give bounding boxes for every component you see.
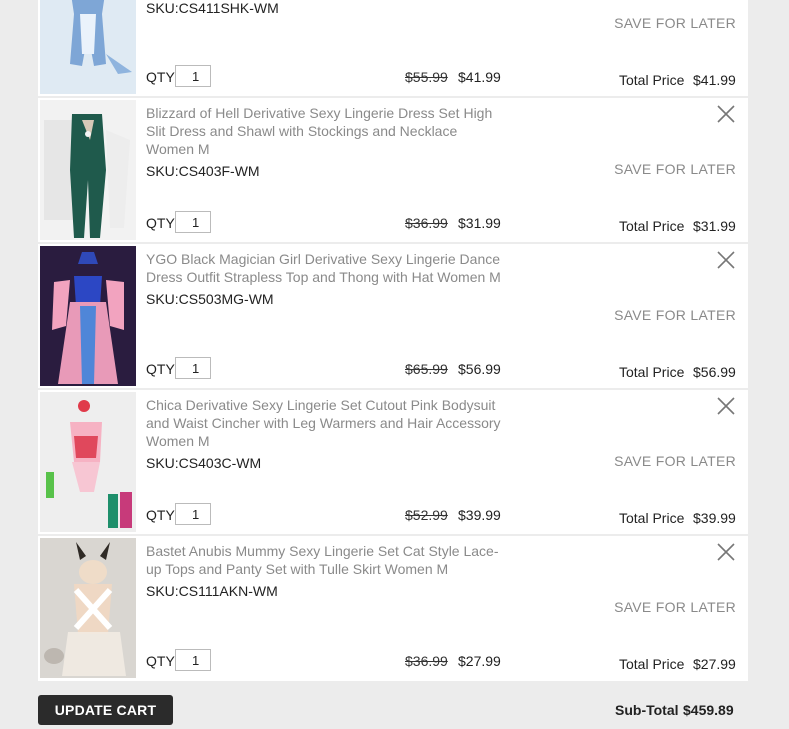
qty-label: QTY: xyxy=(146,69,178,85)
product-title-link[interactable]: Bastet Anubis Mummy Sexy Lingerie Set Ca… xyxy=(146,542,506,578)
close-icon xyxy=(717,397,735,415)
close-icon xyxy=(717,543,735,561)
remove-item-button[interactable] xyxy=(716,396,736,416)
qty-input[interactable]: 1 xyxy=(175,65,211,87)
save-for-later-link[interactable]: SAVE FOR LATER xyxy=(614,307,736,323)
cart-item: Bastet Anubis Mummy Sexy Lingerie Set Ca… xyxy=(38,536,748,680)
product-image[interactable] xyxy=(40,392,136,532)
cart-item: Blizzard of Hell Derivative Sexy Lingeri… xyxy=(38,98,748,242)
cart-item: YGO Black Magician Girl Derivative Sexy … xyxy=(38,244,748,388)
sale-price: $39.99 xyxy=(458,507,501,523)
qty-input[interactable]: 1 xyxy=(175,357,211,379)
product-image[interactable] xyxy=(40,246,136,386)
sale-price: $27.99 xyxy=(458,653,501,669)
product-sku: SKU:CS503MG-WM xyxy=(146,291,274,307)
total-price-value: $41.99 xyxy=(693,72,736,88)
product-title-link[interactable]: YGO Black Magician Girl Derivative Sexy … xyxy=(146,250,506,286)
product-image-graphic xyxy=(40,100,136,240)
total-price-label: Total Price xyxy=(619,218,685,234)
product-sku: SKU:CS403F-WM xyxy=(146,163,260,179)
total-price-label: Total Price xyxy=(619,510,685,526)
original-price: $65.99 xyxy=(405,361,448,377)
product-image-graphic xyxy=(40,0,136,94)
product-sku: SKU:CS111AKN-WM xyxy=(146,583,278,599)
total-price-value: $27.99 xyxy=(693,656,736,672)
update-cart-button[interactable]: UPDATE CART xyxy=(38,695,173,725)
product-sku: SKU:CS411SHK-WM xyxy=(146,0,279,16)
total-price-label: Total Price xyxy=(619,364,685,380)
product-image-graphic xyxy=(40,538,136,678)
product-image[interactable] xyxy=(40,0,136,94)
save-for-later-link[interactable]: SAVE FOR LATER xyxy=(614,599,736,615)
qty-label: QTY: xyxy=(146,507,178,523)
total-price-label: Total Price xyxy=(619,656,685,672)
product-image[interactable] xyxy=(40,100,136,240)
cart-item: SKU:CS411SHK-WM SAVE FOR LATER QTY: 1 $5… xyxy=(38,0,748,96)
close-icon xyxy=(717,251,735,269)
save-for-later-link[interactable]: SAVE FOR LATER xyxy=(614,453,736,469)
remove-item-button[interactable] xyxy=(716,542,736,562)
total-price-label: Total Price xyxy=(619,72,685,88)
product-title-link[interactable]: Blizzard of Hell Derivative Sexy Lingeri… xyxy=(146,104,506,158)
cart-panel: SKU:CS411SHK-WM SAVE FOR LATER QTY: 1 $5… xyxy=(38,0,748,681)
product-image[interactable] xyxy=(40,538,136,678)
qty-label: QTY: xyxy=(146,215,178,231)
subtotal-label: Sub-Total xyxy=(615,702,679,718)
qty-label: QTY: xyxy=(146,653,178,669)
remove-item-button[interactable] xyxy=(716,104,736,124)
cart-item: Chica Derivative Sexy Lingerie Set Cutou… xyxy=(38,390,748,534)
total-price-value: $31.99 xyxy=(693,218,736,234)
save-for-later-link[interactable]: SAVE FOR LATER xyxy=(614,161,736,177)
product-image-graphic xyxy=(40,246,136,386)
product-image-graphic xyxy=(40,392,136,532)
save-for-later-link[interactable]: SAVE FOR LATER xyxy=(614,15,736,31)
total-price-value: $39.99 xyxy=(693,510,736,526)
qty-label: QTY: xyxy=(146,361,178,377)
total-price-value: $56.99 xyxy=(693,364,736,380)
original-price: $52.99 xyxy=(405,507,448,523)
sale-price: $41.99 xyxy=(458,69,501,85)
product-sku: SKU:CS403C-WM xyxy=(146,455,262,471)
original-price: $36.99 xyxy=(405,215,448,231)
qty-input[interactable]: 1 xyxy=(175,503,211,525)
sale-price: $31.99 xyxy=(458,215,501,231)
original-price: $55.99 xyxy=(405,69,448,85)
sale-price: $56.99 xyxy=(458,361,501,377)
original-price: $36.99 xyxy=(405,653,448,669)
product-title-link[interactable]: Chica Derivative Sexy Lingerie Set Cutou… xyxy=(146,396,506,450)
remove-item-button[interactable] xyxy=(716,250,736,270)
qty-input[interactable]: 1 xyxy=(175,211,211,233)
subtotal-value: $459.89 xyxy=(683,702,734,718)
qty-input[interactable]: 1 xyxy=(175,649,211,671)
close-icon xyxy=(717,105,735,123)
